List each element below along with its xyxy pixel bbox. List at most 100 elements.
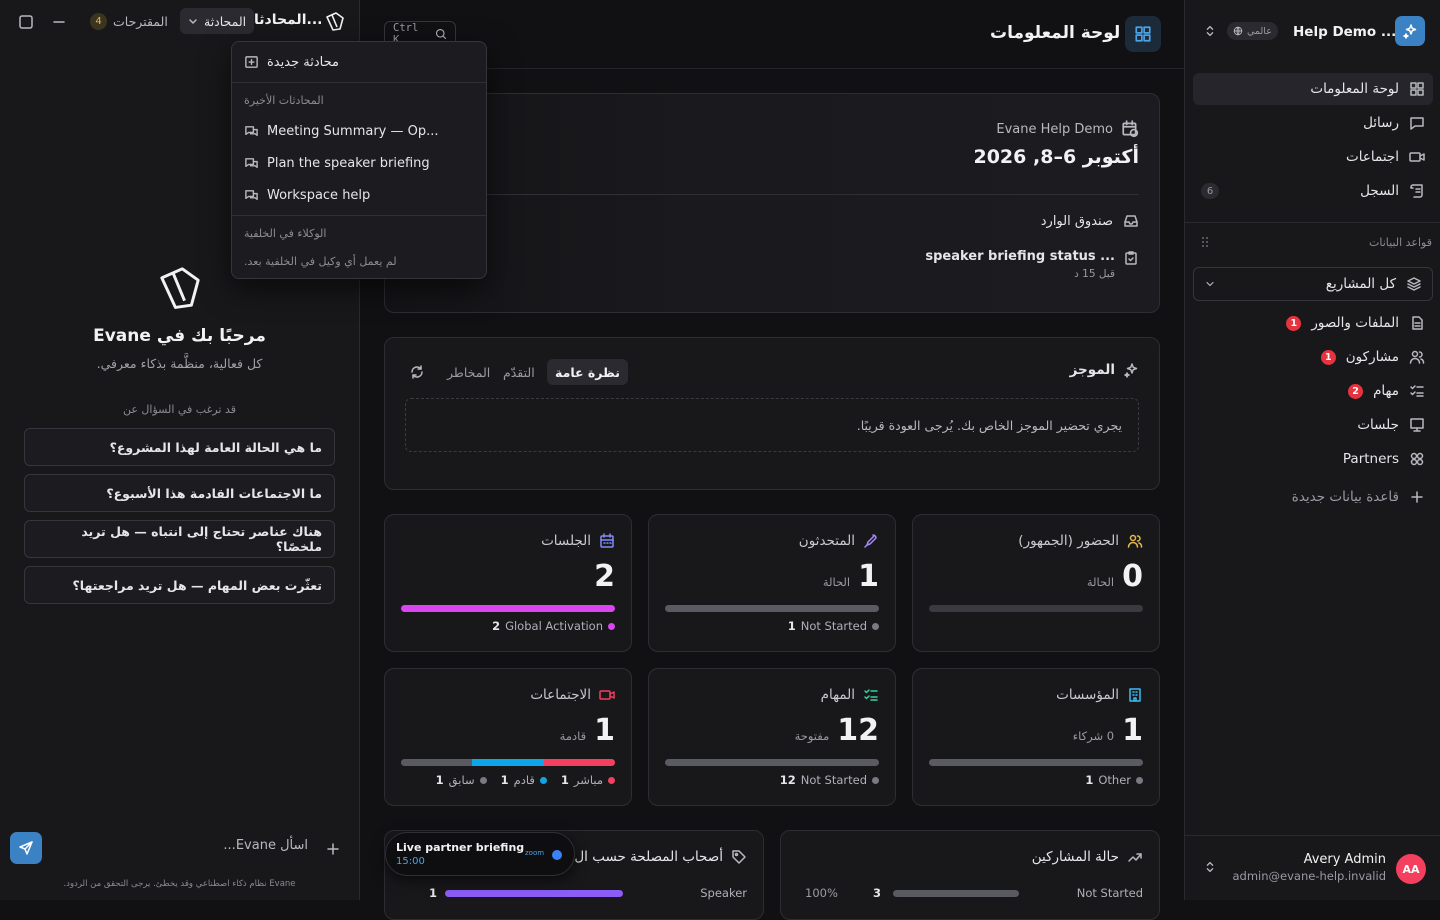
recent-chat-item[interactable]: Workspace help <box>232 180 486 210</box>
stat-card-value: 1 <box>1122 713 1143 748</box>
stat-card-sessions[interactable]: الجلسات 2 Global Activation 2 <box>384 514 632 652</box>
stat-card-meetings[interactable]: الاجتماعات 1 قادمة مباشر 1 قادم 1 سابق 1 <box>384 668 632 806</box>
sidebar-item-files[interactable]: 1 الملفات والصور <box>1193 307 1433 339</box>
legend-count: 12 <box>779 773 796 787</box>
conversation-dropdown[interactable]: المحادثة <box>180 8 255 34</box>
participants-status-header: حالة المشاركين <box>1032 849 1143 865</box>
globe-icon <box>1233 26 1243 36</box>
stat-card-sub: قادمة <box>559 729 587 743</box>
stat-card-title: الجلسات <box>541 533 591 549</box>
sidebar-item-label: الملفات والصور <box>1311 315 1399 331</box>
tab-overview[interactable]: نظرة عامة <box>547 359 628 385</box>
plus-icon <box>1409 489 1425 505</box>
scope-label: عالمي <box>1247 25 1272 37</box>
legend-label: مباشر <box>573 773 603 787</box>
square-icon[interactable] <box>18 14 34 30</box>
legend-item: سابق 1 <box>436 773 487 787</box>
live-meeting-time: 15:00 <box>396 856 425 867</box>
legend-count: 1 <box>560 773 569 787</box>
new-chat-icon <box>244 55 259 70</box>
welcome-subtitle: كل فعالية، منظَّمة بذكاء معرفي. <box>96 356 263 371</box>
stat-card-value-row: 2 <box>586 559 615 594</box>
stat-card-icon-speakers <box>863 533 879 549</box>
user-info: Avery Admin admin@evane-help.invalid <box>1232 852 1386 883</box>
stakeholders-title: أصحاب المصلحة حسب ال <box>574 849 723 865</box>
new-database-button[interactable]: قاعدة بيانات جديدة <box>1193 481 1433 513</box>
ai-disclaimer: Evane نظام ذكاء اصطناعي وقد يخطئ. يرجى ا… <box>63 879 296 889</box>
sidebar-item-meetings[interactable]: اجتماعات <box>1193 141 1433 173</box>
minimize-icon[interactable] <box>51 14 67 30</box>
project-select-value-row: كل المشاريع <box>1326 276 1422 292</box>
suggestion-item[interactable]: ما الاجتماعات القادمة هذا الأسبوع؟ <box>24 474 335 512</box>
stat-card-legend: Other 1 <box>929 773 1143 787</box>
participants-row-label: Not Started <box>1076 886 1143 900</box>
new-chat-item[interactable]: محادثة جديدة <box>232 47 486 77</box>
sidebar-item-sessions[interactable]: جلسات <box>1193 409 1433 441</box>
legend-label: Not Started <box>800 773 867 787</box>
recent-chat-item[interactable]: Meeting Summary — Op... <box>232 116 486 146</box>
stat-card-organizations[interactable]: المؤسسات 1 0 شركاء Other 1 <box>912 668 1160 806</box>
sidebar-item-messages[interactable]: رسائل <box>1193 107 1433 139</box>
databases-header: قواعد البيانات <box>1369 236 1432 249</box>
dashboard-grid-icon <box>1409 81 1425 97</box>
suggestions-button[interactable]: 4 المقترحات <box>86 8 172 34</box>
add-attachment-icon[interactable] <box>325 841 341 857</box>
stat-card-icon-organizations <box>1127 687 1143 703</box>
project-select[interactable]: كل المشاريع <box>1193 267 1433 301</box>
drag-handle-icon[interactable] <box>1201 236 1209 248</box>
recent-chat-item[interactable]: Plan the speaker briefing <box>232 148 486 178</box>
user-menu[interactable]: Avery Admin admin@evane-help.invalid AA <box>1185 836 1440 900</box>
stat-card-value: 12 <box>837 713 879 748</box>
inbox-item[interactable]: speaker briefing status ... قبل 15 د <box>925 249 1115 280</box>
stat-card-value-row: 1 الحالة <box>823 559 879 594</box>
stat-card-bar-segment <box>665 759 879 766</box>
stat-card-value: 1 <box>594 713 615 748</box>
scroll-text-icon <box>1409 183 1425 199</box>
suggestion-item[interactable]: ما هي الحالة العامة لهذا المشروع؟ <box>24 428 335 466</box>
send-button[interactable] <box>10 832 42 864</box>
workspace-switcher[interactable]: عالمي Help Demo ... <box>1185 0 1440 64</box>
sidebar-item-participants[interactable]: 1 مشاركون <box>1193 341 1433 373</box>
tag-icon <box>731 849 747 865</box>
conversation-label: المحادثة <box>204 13 247 29</box>
suggestion-item[interactable]: تعثّرت بعض المهام — هل تريد مراجعتها؟ <box>24 566 335 604</box>
stat-card-title: الحضور (الجمهور) <box>1018 533 1119 549</box>
sidebar-item-log[interactable]: 6 السجل <box>1193 175 1433 207</box>
sidebar-item-partners[interactable]: Partners <box>1193 443 1433 475</box>
sidebar-item-label: رسائل <box>1363 115 1399 131</box>
evane-logo-icon <box>324 10 346 32</box>
layers-icon <box>1406 276 1422 292</box>
stakeholders-row-label: Speaker <box>700 886 747 900</box>
stat-card-tasks[interactable]: المهام 12 مفتوحة Not Started 12 <box>648 668 896 806</box>
sidebar-item-dashboard[interactable]: لوحة المعلومات <box>1193 73 1433 105</box>
legend-count: 2 <box>492 619 501 633</box>
tab-risks[interactable]: المخاطر <box>441 359 496 385</box>
legend-item: Other 1 <box>1085 773 1143 787</box>
scope-badge: عالمي <box>1227 22 1278 40</box>
stat-card-bar-segment <box>472 759 544 766</box>
stat-card-value-row: 1 0 شركاء <box>1073 713 1143 748</box>
chat-bubbles-icon <box>244 188 259 203</box>
legend-item: Not Started 1 <box>788 619 879 633</box>
stat-card-speakers[interactable]: المتحدثون 1 الحالة Not Started 1 <box>648 514 896 652</box>
new-chat-label: محادثة جديدة <box>267 54 339 70</box>
stat-card-attendees[interactable]: الحضور (الجمهور) 0 الحالة <box>912 514 1160 652</box>
stat-card-bar-segment <box>929 759 1143 766</box>
legend-dot <box>872 776 879 784</box>
chat-input[interactable]: اسأل Evane... <box>48 838 308 858</box>
avatar: AA <box>1396 854 1426 884</box>
sidebar-item-tasks[interactable]: 2 مهام <box>1193 375 1433 407</box>
live-indicator-icon <box>552 850 562 860</box>
message-square-icon <box>1409 115 1425 131</box>
tab-progress[interactable]: التقدّم <box>497 359 541 385</box>
users-icon <box>1409 349 1425 365</box>
live-meeting-pill[interactable]: Live partner briefing 15:00 zoom <box>385 832 575 876</box>
suggestion-item[interactable]: هناك عناصر تحتاج إلى انتباه — هل تريد مل… <box>24 520 335 558</box>
suggestions-count: 4 <box>90 12 107 30</box>
event-dates: أكتوبر 6–8, 2026 <box>973 146 1139 168</box>
stat-card-value-row: 12 مفتوحة <box>795 713 879 748</box>
search-icon <box>435 28 447 40</box>
refresh-icon[interactable] <box>409 364 425 380</box>
stat-card-value-row: 1 قادمة <box>560 713 615 748</box>
stat-card-value-row: 0 الحالة <box>1087 559 1143 594</box>
